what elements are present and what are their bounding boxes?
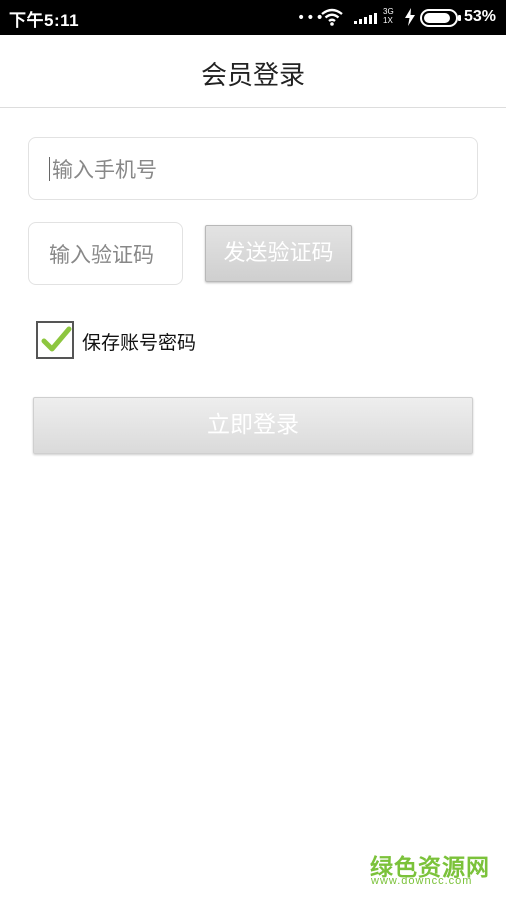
signal-icon [354, 10, 380, 30]
verification-code-input[interactable]: 输入验证码 [28, 222, 183, 285]
battery-icon [420, 9, 462, 31]
watermark-url: www.downcc.com [371, 875, 473, 887]
status-bar: 下午5:11 ••• 3G 1X 53% [0, 0, 506, 35]
battery-percent: 53% [464, 8, 497, 25]
network-bottom: 1X [383, 16, 393, 25]
login-button[interactable]: 立即登录 [33, 397, 473, 454]
checkmark-icon [41, 326, 72, 352]
charging-icon [404, 8, 416, 30]
code-placeholder: 输入验证码 [49, 242, 154, 267]
network-type: 3G 1X [383, 7, 394, 25]
phone-placeholder: 输入手机号 [52, 157, 157, 182]
send-code-button[interactable]: 发送验证码 [205, 225, 352, 282]
remember-label[interactable]: 保存账号密码 [82, 328, 196, 355]
network-top: 3G [383, 7, 394, 16]
wifi-icon [320, 7, 344, 31]
status-time: 下午5:11 [9, 11, 80, 30]
remember-checkbox[interactable] [36, 321, 74, 359]
title-bar: 会员登录 [0, 35, 506, 108]
page-title: 会员登录 [200, 61, 305, 91]
phone-input[interactable]: 输入手机号 [28, 137, 478, 200]
text-cursor [49, 156, 50, 181]
